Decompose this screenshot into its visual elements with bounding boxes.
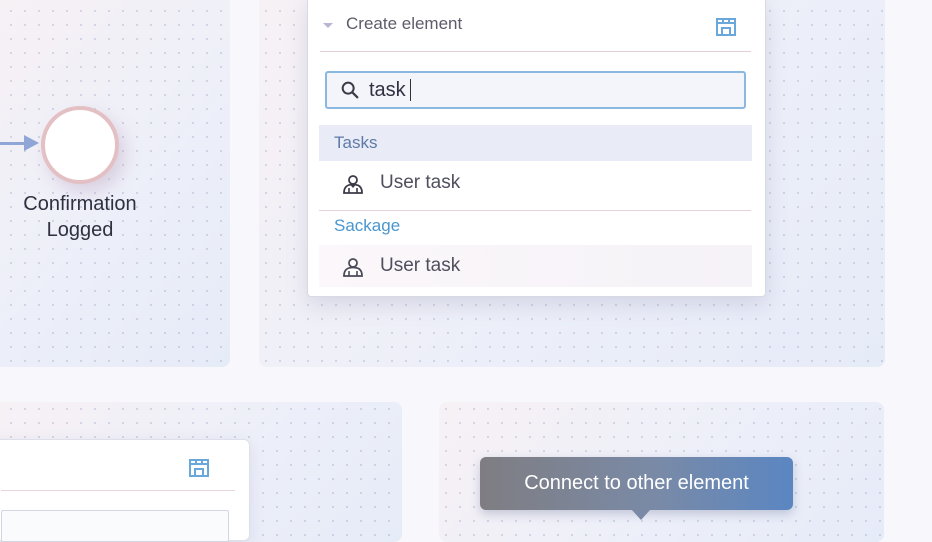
list-item-user-task[interactable]: User task	[319, 245, 752, 287]
group-header-tasks: Tasks	[319, 125, 752, 161]
group-header-sackage: Sackage	[334, 216, 401, 235]
connect-tooltip: Connect to other element	[480, 457, 793, 510]
end-event-label: Confirmation Logged	[23, 193, 137, 241]
list-item-label: User task	[380, 172, 461, 193]
chevron-down-icon[interactable]	[323, 23, 333, 28]
tooltip-arrow	[632, 510, 650, 520]
search-input[interactable]	[369, 77, 729, 103]
create-element-popup: Create element Tasks User task Sackage	[307, 0, 766, 297]
sequence-flow-arrowhead	[24, 135, 39, 151]
list-item-label: User task	[380, 255, 461, 276]
secondary-popup	[0, 439, 250, 542]
store-icon[interactable]	[714, 15, 738, 39]
search-icon	[341, 81, 359, 99]
store-icon[interactable]	[187, 456, 211, 480]
secondary-search-input[interactable]	[1, 510, 229, 542]
end-event[interactable]	[41, 106, 119, 184]
mini-divider	[1, 490, 235, 491]
text-cursor	[410, 79, 411, 101]
list-item-user-task[interactable]: User task	[319, 162, 752, 204]
canvas-panel-left	[0, 0, 230, 367]
header-divider	[320, 51, 751, 52]
search-box[interactable]	[325, 71, 746, 109]
user-task-icon	[343, 258, 363, 277]
user-task-icon	[343, 175, 363, 194]
popup-header: Create element	[308, 0, 765, 51]
popup-title: Create element	[346, 14, 463, 33]
